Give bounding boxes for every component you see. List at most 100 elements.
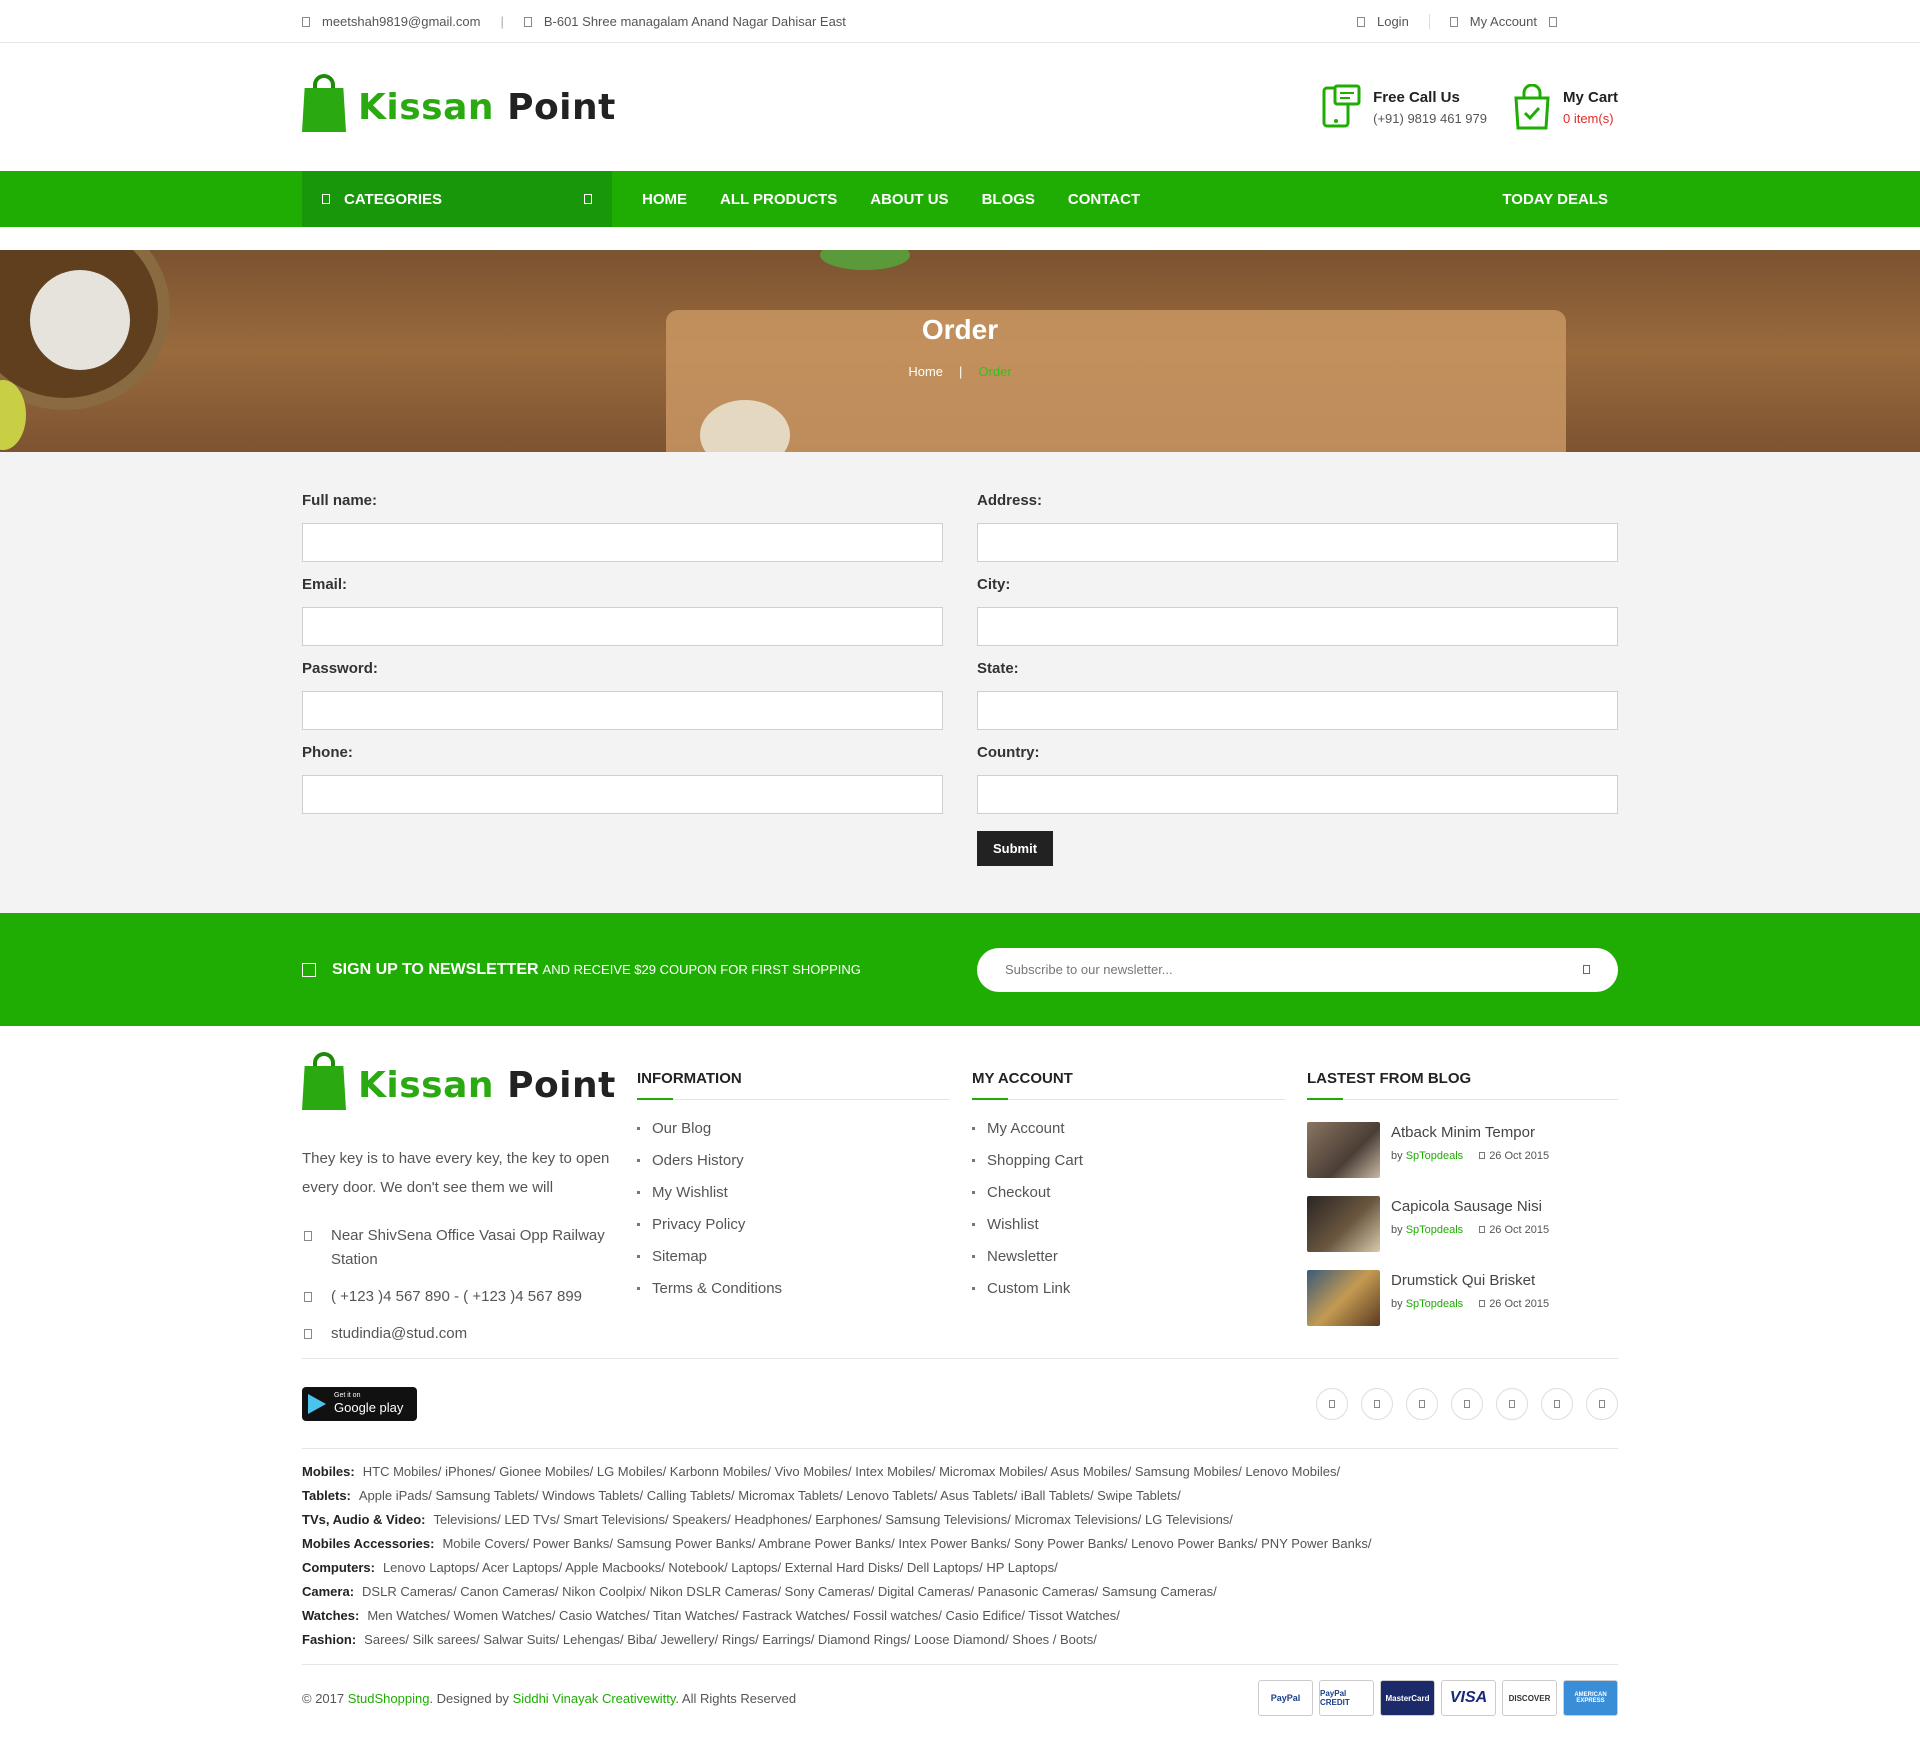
password-input[interactable] xyxy=(302,691,943,730)
brand-link[interactable]: StudShopping xyxy=(348,1691,430,1706)
country-input[interactable] xyxy=(977,775,1618,814)
nav-home[interactable]: HOME xyxy=(642,191,687,208)
tag-row-links[interactable]: DSLR Cameras/ Canon Cameras/ Nikon Coolp… xyxy=(362,1584,1217,1599)
send-icon[interactable] xyxy=(1583,965,1590,974)
phone-icon xyxy=(304,1292,312,1302)
blog-post-title[interactable]: Capicola Sausage Nisi xyxy=(1391,1198,1549,1215)
account-link[interactable]: Wishlist xyxy=(972,1216,1307,1233)
tag-row-links[interactable]: Men Watches/ Women Watches/ Casio Watche… xyxy=(367,1608,1120,1623)
blog-date: 26 Oct 2015 xyxy=(1489,1150,1550,1162)
cart-box[interactable]: My Cart 0 item(s) xyxy=(1513,84,1618,130)
info-link[interactable]: Terms & Conditions xyxy=(637,1280,972,1297)
account-link[interactable]: Custom Link xyxy=(972,1280,1307,1297)
info-link[interactable]: Our Blog xyxy=(637,1120,972,1137)
topbar-email[interactable]: meetshah9819@gmail.com xyxy=(322,14,480,29)
footer-logo[interactable]: Kissan Point xyxy=(302,1052,637,1110)
facebook-icon[interactable] xyxy=(1316,1387,1348,1420)
account-link[interactable]: Shopping Cart xyxy=(972,1152,1307,1169)
social-links xyxy=(1316,1387,1618,1420)
tag-row: TVs, Audio & Video: Televisions/ LED TVs/… xyxy=(302,1512,1618,1527)
blog-thumbnail[interactable] xyxy=(1307,1270,1380,1326)
call-number[interactable]: (+91) 9819 461 979 xyxy=(1373,111,1487,126)
site-logo[interactable]: Kissan Point xyxy=(302,74,616,132)
blog-post[interactable]: Drumstick Qui Brisket by SpTopdeals 26 Oct… xyxy=(1307,1270,1618,1326)
top-bar: meetshah9819@gmail.com | B-601 Shree man… xyxy=(0,0,1920,43)
cart-count: 0 item(s) xyxy=(1562,110,1614,126)
tag-row-links[interactable]: Sarees/ Silk sarees/ Salwar Suits/ Lehen… xyxy=(364,1632,1097,1647)
tag-row: Watches: Men Watches/ Women Watches/ Casi… xyxy=(302,1608,1618,1623)
divider: | xyxy=(500,14,504,29)
blog-author[interactable]: SpTopdeals xyxy=(1406,1150,1464,1162)
discover-icon: DISCOVER xyxy=(1502,1680,1557,1716)
site-footer: Kissan Point They key is to have every k… xyxy=(0,1026,1920,1731)
footer-email[interactable]: studindia@stud.com xyxy=(331,1322,467,1346)
twitter-icon[interactable] xyxy=(1361,1387,1393,1420)
tag-row-links[interactable]: Mobile Covers/ Power Banks/ Samsung Powe… xyxy=(442,1536,1371,1551)
city-input[interactable] xyxy=(977,607,1618,646)
categories-dropdown[interactable]: CATEGORIES xyxy=(302,171,612,227)
paypal-credit-icon: PayPal CREDIT xyxy=(1319,1680,1374,1716)
info-link[interactable]: My Wishlist xyxy=(637,1184,972,1201)
site-header: Kissan Point Free Call Us (+91) 9819 461… xyxy=(0,43,1920,171)
nav-contact[interactable]: CONTACT xyxy=(1068,191,1140,208)
tag-row-links[interactable]: HTC Mobiles/ iPhones/ Gionee Mobiles/ LG… xyxy=(363,1464,1340,1479)
today-deals-link[interactable]: TODAY DEALS xyxy=(1502,191,1608,208)
nav-blogs[interactable]: BLOGS xyxy=(982,191,1035,208)
nav-all-products[interactable]: ALL PRODUCTS xyxy=(720,191,837,208)
mastercard-icon: MasterCard xyxy=(1380,1680,1435,1716)
blog-author[interactable]: SpTopdeals xyxy=(1406,1298,1464,1310)
account-icon xyxy=(1449,16,1458,27)
account-link[interactable]: Checkout xyxy=(972,1184,1307,1201)
gplay-small-text: Get it on xyxy=(334,1392,361,1399)
blog-date: 26 Oct 2015 xyxy=(1489,1298,1550,1310)
phone-chat-icon xyxy=(1322,84,1361,128)
tag-row-links[interactable]: Lenovo Laptops/ Acer Laptops/ Apple Macb… xyxy=(383,1560,1058,1575)
nav-about-us[interactable]: ABOUT US xyxy=(870,191,948,208)
footer-about: They key is to have every key, the key t… xyxy=(302,1150,610,1196)
tag-row-links[interactable]: Apple iPads/ Samsung Tablets/ Windows Ta… xyxy=(359,1488,1181,1503)
phone-input[interactable] xyxy=(302,775,943,814)
instagram-icon[interactable] xyxy=(1541,1387,1573,1420)
menu-icon xyxy=(322,194,330,204)
fullname-input[interactable] xyxy=(302,523,943,562)
blog-thumbnail[interactable] xyxy=(1307,1122,1380,1178)
tag-row-label: Watches: xyxy=(302,1608,360,1623)
call-box: Free Call Us (+91) 9819 461 979 xyxy=(1321,84,1487,130)
google-play-badge[interactable]: Get it on Google play xyxy=(302,1386,417,1421)
state-input[interactable] xyxy=(977,691,1618,730)
address-input[interactable] xyxy=(977,523,1618,562)
google-plus-icon[interactable] xyxy=(1406,1387,1438,1420)
youtube-icon[interactable] xyxy=(1586,1387,1618,1420)
logo-text-part2: Point xyxy=(507,1064,616,1106)
info-link[interactable]: Sitemap xyxy=(637,1248,972,1265)
pinterest-icon[interactable] xyxy=(1496,1387,1528,1420)
chevron-down-icon[interactable] xyxy=(1549,16,1557,27)
email-input[interactable] xyxy=(302,607,943,646)
info-link[interactable]: Privacy Policy xyxy=(637,1216,972,1233)
account-link[interactable]: Newsletter xyxy=(972,1248,1307,1265)
submit-button[interactable]: Submit xyxy=(977,831,1054,866)
blog-post[interactable]: Capicola Sausage Nisi by SpTopdeals 26 Oct… xyxy=(1307,1196,1618,1252)
linkedin-icon[interactable] xyxy=(1451,1387,1483,1420)
envelope-icon xyxy=(304,1329,312,1339)
breadcrumb-home[interactable]: Home xyxy=(908,364,943,379)
blog-post-title[interactable]: Drumstick Qui Brisket xyxy=(1391,1272,1549,1289)
address-label: Address: xyxy=(977,492,1043,509)
blog-post-title[interactable]: Atback Minim Tempor xyxy=(1391,1124,1549,1141)
blog-author[interactable]: SpTopdeals xyxy=(1406,1224,1464,1236)
blog-thumbnail[interactable] xyxy=(1307,1196,1380,1252)
page-title: Order xyxy=(921,314,999,345)
cart-title[interactable]: My Cart xyxy=(1563,89,1618,106)
my-account-link[interactable]: My Account xyxy=(1470,14,1537,29)
newsletter-input[interactable]: Subscribe to our newsletter... xyxy=(977,947,1618,992)
account-link[interactable]: My Account xyxy=(972,1120,1307,1137)
tag-row-links[interactable]: Televisions/ LED TVs/ Smart Televisions/… xyxy=(434,1512,1233,1527)
tag-row-label: Computers: xyxy=(302,1560,375,1575)
info-link[interactable]: Oders History xyxy=(637,1152,972,1169)
blog-post[interactable]: Atback Minim Tempor by SpTopdeals 26 Oct 2… xyxy=(1307,1122,1618,1178)
login-link[interactable]: Login xyxy=(1377,14,1409,29)
leaf-image xyxy=(820,250,910,270)
designer-link[interactable]: Siddhi Vinayak Creativewitty xyxy=(513,1691,676,1706)
tag-row-label: Mobiles Accessories: xyxy=(302,1536,435,1551)
footer-address: Near ShivSena Office Vasai Opp Railway S… xyxy=(331,1227,605,1268)
